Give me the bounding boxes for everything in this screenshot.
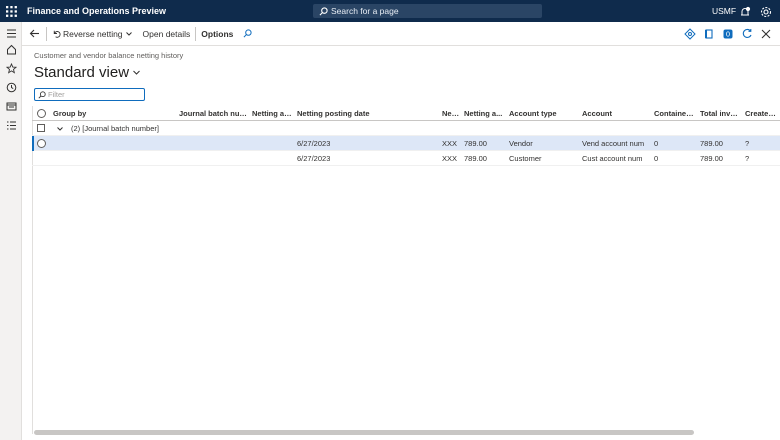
navigation-rail	[0, 22, 22, 440]
modules-list-icon[interactable]	[4, 118, 18, 132]
cell-currency: XXX	[442, 139, 458, 148]
cell-account-type: Customer	[509, 154, 542, 163]
refresh-icon[interactable]	[741, 28, 753, 40]
view-title: Standard view	[34, 64, 130, 81]
office-icon[interactable]	[703, 28, 715, 40]
column-header-account[interactable]: Account	[582, 109, 650, 118]
cell-netting-amount: 789.00	[464, 154, 487, 163]
cell-netting-amount: 789.00	[464, 139, 487, 148]
reverse-netting-label: Reverse netting	[63, 28, 123, 39]
back-arrow-icon[interactable]	[22, 22, 46, 46]
page-toolbar-icons: 0	[684, 28, 772, 40]
cell-contained: 0	[654, 139, 659, 148]
chevron-down-icon[interactable]	[56, 125, 64, 133]
hamburger-menu-icon[interactable]	[4, 26, 18, 40]
column-header-account-type[interactable]: Account type	[509, 109, 577, 118]
open-details-button[interactable]: Open details	[138, 22, 196, 46]
company-selector[interactable]: USMF	[712, 6, 736, 16]
page-caption: Customer and vendor balance netting hist…	[34, 51, 184, 60]
svg-text:0: 0	[726, 31, 730, 39]
search-placeholder: Search for a page	[331, 6, 399, 16]
column-header-group-by[interactable]: Group by	[53, 109, 173, 118]
app-launcher-icon[interactable]	[0, 0, 22, 22]
settings-gear-icon[interactable]	[760, 5, 772, 18]
cell-created-by: ?	[745, 154, 750, 163]
undo-icon	[53, 30, 61, 38]
column-header-net[interactable]: Net...	[442, 109, 460, 118]
column-header-total-invoice[interactable]: Total invoi...	[700, 109, 742, 118]
column-header-journal-batch[interactable]: Journal batch num...	[179, 109, 247, 118]
column-header-created-by[interactable]: Created by	[745, 109, 780, 118]
chevron-down-icon	[125, 31, 132, 36]
action-search-button[interactable]	[238, 22, 259, 46]
column-header-netting-amount[interactable]: Netting a...	[464, 109, 504, 118]
cell-posting-date: 6/27/2023	[297, 139, 331, 148]
cell-total-invoice: 789.00	[700, 139, 723, 148]
options-label: Options	[201, 28, 234, 39]
selection-indicator	[32, 136, 34, 151]
select-all-radio[interactable]	[37, 109, 46, 118]
cell-account-type: Vendor	[509, 139, 533, 148]
filter-placeholder: Filter	[48, 90, 65, 99]
search-icon	[319, 6, 328, 15]
group-row[interactable]: (2) [Journal batch number]	[32, 121, 780, 136]
chevron-down-icon	[133, 70, 140, 75]
search-icon	[38, 90, 46, 99]
horizontal-scrollbar[interactable]	[34, 430, 694, 435]
table-row[interactable]: 6/27/2023 XXX 789.00 Vendor Vend account…	[32, 136, 780, 151]
app-title: Finance and Operations Preview	[27, 6, 167, 16]
cell-currency: XXX	[442, 154, 458, 163]
column-header-netting-agreement[interactable]: Netting ag...	[252, 109, 293, 118]
options-tab[interactable]: Options	[196, 22, 238, 46]
close-icon[interactable]	[760, 28, 772, 40]
cell-account[interactable]: Cust account num	[582, 154, 642, 163]
netting-history-grid: Group by Journal batch num... Netting ag…	[32, 106, 780, 166]
column-header-contained[interactable]: Contained ...	[654, 109, 696, 118]
page-search-input[interactable]: Search for a page	[313, 4, 542, 18]
notifications-icon[interactable]	[739, 5, 751, 17]
group-label: (2) [Journal batch number]	[71, 124, 159, 133]
view-selector[interactable]: Standard view	[34, 64, 141, 81]
home-icon[interactable]	[4, 42, 18, 56]
row-select-radio[interactable]	[37, 139, 46, 148]
cell-posting-date: 6/27/2023	[297, 154, 331, 163]
action-pane: Reverse netting Open details Options 0	[22, 22, 780, 46]
cell-created-by: ?	[745, 139, 750, 148]
cell-contained: 0	[654, 154, 659, 163]
group-checkbox[interactable]	[37, 124, 45, 132]
cell-account[interactable]: Vend account num	[582, 139, 644, 148]
page-content: Customer and vendor balance netting hist…	[22, 46, 780, 440]
attachments-badge-icon[interactable]: 0	[722, 28, 734, 40]
table-row[interactable]: 6/27/2023 XXX 789.00 Customer Cust accou…	[32, 151, 780, 166]
recent-clock-icon[interactable]	[4, 80, 18, 94]
search-icon	[243, 29, 252, 38]
open-details-label: Open details	[142, 28, 191, 39]
workspaces-icon[interactable]	[4, 99, 18, 113]
reverse-netting-button[interactable]: Reverse netting	[47, 22, 138, 46]
power-apps-icon[interactable]	[684, 28, 696, 40]
cell-total-invoice: 789.00	[700, 154, 723, 163]
favorites-star-icon[interactable]	[4, 61, 18, 75]
column-header-posting-date[interactable]: Netting posting date	[297, 109, 437, 118]
top-navigation-bar: Finance and Operations Preview Search fo…	[0, 0, 780, 22]
grid-header-row: Group by Journal batch num... Netting ag…	[32, 106, 780, 121]
filter-input[interactable]: Filter	[34, 88, 145, 101]
